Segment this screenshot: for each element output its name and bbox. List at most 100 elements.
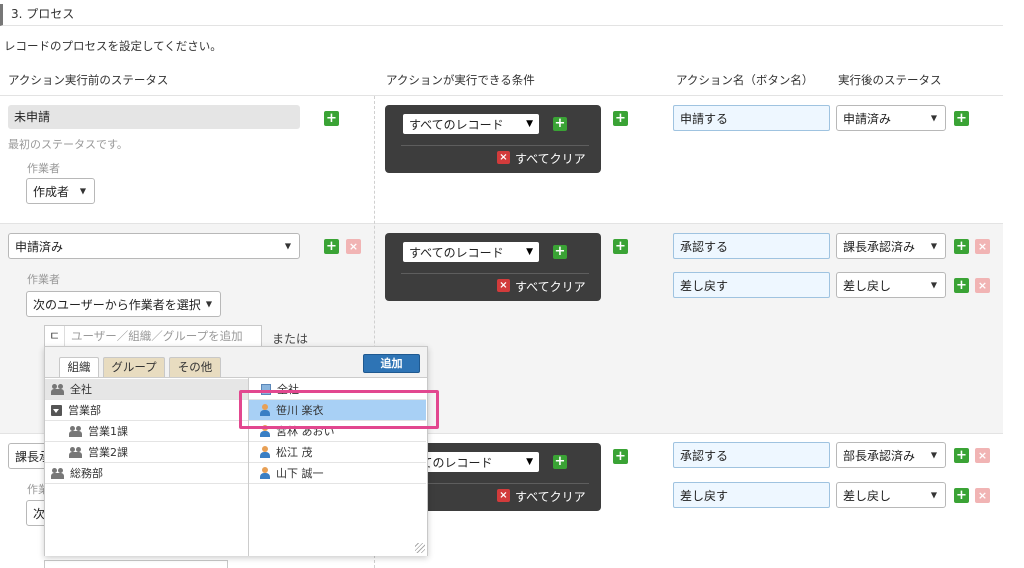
add-action-button[interactable]: + — [954, 488, 969, 503]
list-item[interactable]: 総務部 — [45, 463, 248, 484]
expand-icon[interactable] — [51, 404, 62, 416]
list-item-label: 松江 茂 — [276, 446, 313, 459]
status-note: 最初のステータスです。 — [8, 138, 128, 151]
person-icon — [259, 467, 271, 479]
assignee-label: 作業者 — [27, 273, 60, 286]
add-button[interactable]: 追加 — [363, 354, 420, 373]
add-action-button[interactable]: + — [954, 448, 969, 463]
caret-down-icon: ▼ — [205, 299, 212, 309]
group-icon — [69, 446, 83, 458]
remove-status-button[interactable]: × — [346, 239, 361, 254]
caret-down-icon: ▼ — [526, 457, 533, 467]
action-name-input[interactable]: 承認する — [673, 233, 830, 259]
next-status-value: 差し戻し — [843, 488, 892, 503]
caret-down-icon: ▼ — [526, 247, 533, 257]
list-item[interactable]: 山下 誠一 — [249, 463, 426, 484]
clear-all-link[interactable]: すべてクリア — [515, 150, 586, 167]
assignee-select-value: 次のユーザーから作業者を選択 — [33, 297, 201, 312]
caret-down-icon: ▼ — [284, 241, 291, 251]
caret-down-icon: ▼ — [930, 241, 937, 251]
next-status-value: 課長承認済み — [843, 239, 916, 254]
assignee-search-placeholder: ユーザー／組織／グループを追加 — [71, 329, 243, 343]
list-item[interactable]: 営業2課 — [45, 442, 248, 463]
remove-action-button[interactable]: × — [975, 239, 990, 254]
add-status-button[interactable]: + — [324, 239, 339, 254]
next-status-select[interactable]: 申請済み ▼ — [836, 105, 946, 131]
assignee-picker-popup: 組織 グループ その他 追加 全社 営業部 営業1課 営業2課 総務部 全社 笹… — [44, 346, 428, 556]
list-item[interactable]: 松江 茂 — [249, 442, 426, 463]
action-name-input[interactable]: 差し戻す — [673, 272, 830, 298]
status-name: 未申請 — [8, 105, 300, 129]
assignee-select-value: 作成者 — [33, 184, 70, 199]
list-item-label: 全社 — [70, 383, 92, 396]
assignee-label: 作業者 — [27, 162, 60, 175]
next-status-value: 申請済み — [843, 111, 892, 126]
condition-select-value: すべてのレコード — [409, 117, 504, 132]
assignee-search[interactable] — [44, 560, 228, 568]
status-select[interactable]: 申請済み ▼ — [8, 233, 300, 259]
caret-down-icon: ▼ — [930, 450, 937, 460]
add-condition-row-button[interactable]: + — [613, 239, 628, 254]
remove-action-button[interactable]: × — [975, 488, 990, 503]
condition-panel: すべてのレコード ▼ + × すべてクリア — [385, 105, 601, 173]
caret-down-icon: ▼ — [930, 490, 937, 500]
clear-all-link[interactable]: すべてクリア — [515, 278, 586, 295]
next-status-select[interactable]: 差し戻し ▼ — [836, 272, 946, 298]
group-icon — [69, 425, 83, 437]
next-status-select[interactable]: 課長承認済み ▼ — [836, 233, 946, 259]
next-status-value: 差し戻し — [843, 278, 892, 293]
person-icon — [259, 446, 271, 458]
clear-icon[interactable]: × — [497, 151, 510, 164]
list-item-label: 営業2課 — [88, 446, 128, 459]
tab-other[interactable]: その他 — [169, 357, 221, 377]
condition-select-value: すべてのレコード — [409, 245, 504, 260]
add-condition-button[interactable]: + — [553, 117, 567, 131]
col-header-status-after: 実行後のステータス — [838, 73, 942, 87]
highlight-annotation — [239, 390, 439, 429]
clear-icon[interactable]: × — [497, 279, 510, 292]
clear-icon[interactable]: × — [497, 489, 510, 502]
add-condition-row-button[interactable]: + — [613, 111, 628, 126]
list-item[interactable]: 営業部 — [45, 400, 248, 421]
add-condition-row-button[interactable]: + — [613, 449, 628, 464]
or-label: または — [272, 332, 309, 346]
organization-list: 全社 営業部 営業1課 営業2課 総務部 — [45, 377, 249, 556]
add-status-button[interactable]: + — [324, 111, 339, 126]
condition-select[interactable]: すべてのレコード ▼ — [403, 114, 539, 134]
condition-select[interactable]: すべてのレコード ▼ — [403, 242, 539, 262]
remove-action-button[interactable]: × — [975, 278, 990, 293]
tab-organization[interactable]: 組織 — [59, 357, 99, 377]
col-header-condition: アクションが実行できる条件 — [386, 73, 535, 87]
list-item-label: 山下 誠一 — [276, 467, 324, 480]
caret-down-icon: ▼ — [930, 113, 937, 123]
assignee-select[interactable]: 次のユーザーから作業者を選択 ▼ — [26, 291, 221, 317]
assignee-select[interactable]: 作成者 ▼ — [26, 178, 95, 204]
resize-handle[interactable] — [415, 543, 425, 553]
list-item[interactable]: 営業1課 — [45, 421, 248, 442]
caret-down-icon: ▼ — [930, 280, 937, 290]
next-status-value: 部長承認済み — [843, 448, 916, 463]
add-condition-button[interactable]: + — [553, 245, 567, 259]
action-name-input[interactable]: 申請する — [673, 105, 830, 131]
list-item[interactable]: 全社 — [45, 379, 248, 400]
group-icon — [51, 383, 65, 395]
org-tree-icon[interactable]: ㄷ — [45, 326, 65, 346]
section-description: レコードのプロセスを設定してください。 — [4, 39, 222, 53]
add-action-button[interactable]: + — [954, 278, 969, 293]
next-status-select[interactable]: 差し戻し ▼ — [836, 482, 946, 508]
divider — [0, 223, 1003, 224]
list-item-label: 総務部 — [70, 467, 103, 480]
tab-group[interactable]: グループ — [103, 357, 165, 377]
add-condition-button[interactable]: + — [553, 455, 567, 469]
list-item-label: 営業部 — [68, 404, 101, 417]
divider — [0, 95, 1003, 96]
assignee-search[interactable]: ㄷ ユーザー／組織／グループを追加 — [44, 325, 262, 347]
add-action-button[interactable]: + — [954, 239, 969, 254]
status-select-value: 申請済み — [15, 239, 64, 254]
action-name-input[interactable]: 差し戻す — [673, 482, 830, 508]
remove-action-button[interactable]: × — [975, 448, 990, 463]
next-status-select[interactable]: 部長承認済み ▼ — [836, 442, 946, 468]
action-name-input[interactable]: 承認する — [673, 442, 830, 468]
clear-all-link[interactable]: すべてクリア — [515, 488, 586, 505]
add-action-button[interactable]: + — [954, 111, 969, 126]
